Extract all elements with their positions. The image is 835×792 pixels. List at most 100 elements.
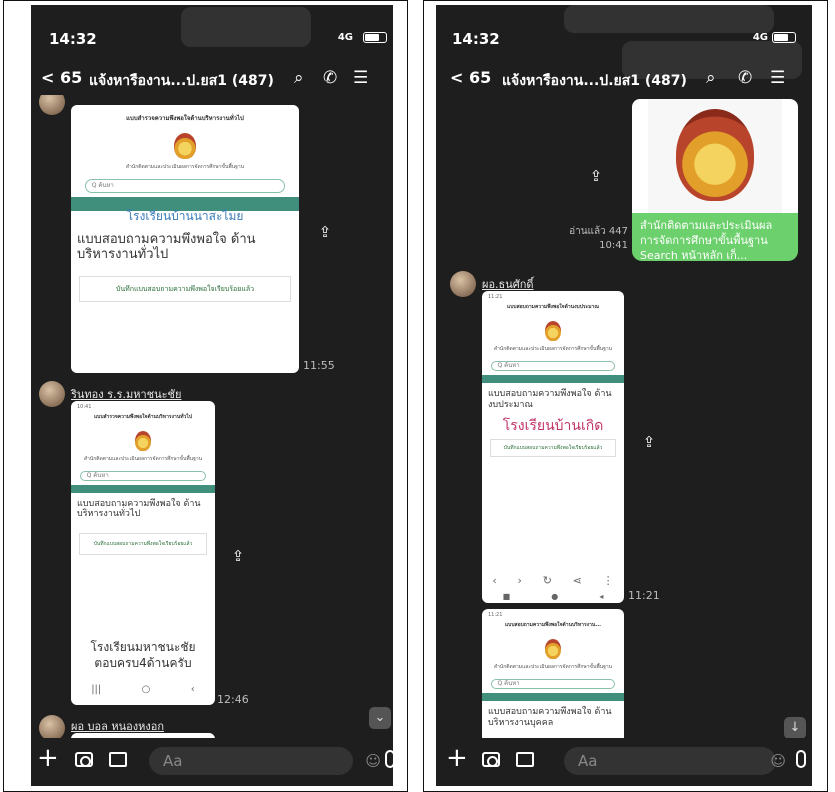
shot-teal-bar — [482, 375, 624, 383]
battery-icon — [772, 32, 796, 43]
shot-status-bar: 11:21 — [488, 612, 503, 618]
camera-icon[interactable] — [482, 752, 500, 767]
status-time: 14:32 — [452, 30, 500, 48]
shot-search-field: Q ค้นหา — [490, 679, 616, 689]
share-icon[interactable]: ⇪ — [639, 433, 659, 453]
form-title: แบบสอบถามความพึงพอใจ ด้านบริหารงานบุคคล — [488, 707, 612, 728]
shot-search-placeholder: ค้นหา — [93, 472, 109, 479]
menu-icon[interactable]: ☰ — [353, 68, 368, 88]
shot-search-placeholder: ค้นหา — [98, 182, 114, 189]
image-message[interactable]: 11:21 แบบสอบถามความพึงพอใจด้านบริหารงาน.… — [482, 609, 624, 738]
status-time: 14:32 — [49, 30, 97, 48]
obec-seal-icon — [676, 109, 754, 201]
battery-icon — [363, 32, 387, 43]
shot-subtitle: สำนักติดตามและประเมินผลการจัดการศึกษาขั้… — [125, 164, 245, 170]
link-preview-text[interactable]: สำนักติดตามและประเมินผลการจัดการศึกษาขั้… — [632, 213, 798, 261]
signal-indicator: 4G — [752, 32, 768, 43]
status-bar: 14:32 4G — [436, 5, 812, 65]
shot-subtitle: สำนักติดตามและประเมินผลการจัดการศึกษาขั้… — [493, 664, 613, 670]
phone-screen-left: 14:32 4G < 65 แจ้งหารืองาน...ป.ยส1 (487)… — [31, 5, 393, 786]
saved-confirmation: บันทึกแบบสอบถามความพึงพอใจเรียบร้อยแล้ว — [490, 439, 616, 457]
shot-subtitle: สำนักติดตามและประเมินผลการจัดการศึกษาขั้… — [493, 346, 613, 352]
phone-icon[interactable]: ✆ — [323, 68, 337, 88]
saved-confirmation: บันทึกแบบสอบถามความพึงพอใจเรียบร้อยแล้ว — [79, 276, 291, 302]
phone-screen-right: 14:32 4G < 65 แจ้งหารืองาน...ป.ยส1 (487)… — [436, 5, 812, 786]
read-count: อ่านแล้ว 447 — [569, 226, 628, 237]
search-icon[interactable]: ⌕ — [294, 68, 304, 88]
shot-nav-bar: ||| ○ ‹ — [91, 684, 195, 695]
shot-subtitle: สำนักติดตามและประเมินผลการจัดการศึกษาขั้… — [83, 456, 203, 462]
search-icon[interactable]: ⌕ — [706, 68, 716, 88]
message-input[interactable]: Aa — [149, 747, 353, 775]
message-input[interactable]: Aa — [564, 747, 776, 775]
down-arrow-icon[interactable]: ↓ — [784, 717, 806, 738]
menu-icon[interactable]: ☰ — [770, 68, 785, 88]
caption-text: โรงเรียนมหาชนะชัย ตอบครบ4ด้านครับ — [90, 640, 196, 670]
shot-header: แบบสอบถามความพึงพอใจด้านงบประมาณ — [507, 304, 599, 310]
chat-header: < 65 แจ้งหารืองาน...ป.ยส1 (487) ⌕ ✆ ☰ — [31, 65, 393, 95]
gallery-icon[interactable] — [109, 752, 127, 767]
share-icon[interactable]: ⇪ — [586, 167, 606, 187]
shot-browser-nav: ‹ › ↻ ⋖ ⋮ — [492, 574, 614, 587]
share-icon[interactable]: ⇪ — [228, 547, 248, 567]
shot-header: แบบสำรวจความพึงพอใจด้านบริหารงานทั่วไป — [126, 115, 244, 122]
school-overlay-text: โรงเรียนบ้านนาสะไมย — [126, 209, 244, 223]
plus-icon[interactable]: + — [37, 743, 59, 773]
shot-system-nav: ■ ● ◂ — [502, 592, 604, 601]
chat-title: แจ้งหารืองาน...ป.ยส1 (487) — [89, 73, 274, 89]
message-time: 11:55 — [303, 359, 335, 372]
obec-seal-icon — [545, 321, 561, 341]
shot-status-bar: 10:41 — [77, 404, 92, 410]
shot-search-placeholder: ค้นหา — [504, 680, 520, 687]
back-button[interactable]: < 65 — [450, 68, 491, 87]
message-time: 10:41 — [599, 240, 628, 251]
camera-icon[interactable] — [75, 752, 93, 767]
shot-status-bar: 11:21 — [488, 294, 503, 300]
avatar[interactable] — [39, 381, 65, 407]
chat-title: แจ้งหารืองาน...ป.ยส1 (487) — [502, 73, 687, 89]
image-message[interactable]: 11:21 แบบสอบถามความพึงพอใจด้านงบประมาณ ส… — [482, 291, 624, 603]
mic-icon[interactable] — [796, 750, 806, 768]
form-title: แบบสอบถามความพึงพอใจ ด้านงบประมาณ — [488, 389, 612, 410]
shot-teal-bar — [482, 693, 624, 701]
message-input-bar: + Aa ☺ — [31, 738, 393, 786]
down-arrow-icon[interactable]: ⌄ — [369, 707, 391, 729]
school-overlay-text: โรงเรียนบ้านเกิด — [502, 418, 604, 434]
shot-header: แบบสำรวจความพึงพอใจด้านบริหารงานทั่วไป — [93, 414, 193, 420]
unread-count: 65 — [59, 68, 83, 87]
form-title: แบบสอบถามความพึงพอใจ ด้านบริหารงานทั่วไป — [77, 232, 256, 262]
message-time: 11:21 — [628, 589, 660, 602]
obec-seal-icon — [135, 431, 151, 451]
share-icon[interactable]: ⇪ — [315, 223, 335, 243]
shot-search-field: Q ค้นหา — [490, 361, 616, 371]
mic-icon[interactable] — [385, 750, 393, 768]
chat-area[interactable]: แบบสำรวจความพึงพอใจด้านบริหารงานทั่วไป ส… — [31, 95, 393, 738]
saved-confirmation: บันทึกแบบสอบถามความพึงพอใจเรียบร้อยแล้ว — [79, 533, 207, 555]
chat-area[interactable]: ⇪ อ่านแล้ว 447 10:41 สำนักติดตามและประเม… — [436, 95, 812, 738]
gallery-icon[interactable] — [516, 752, 534, 767]
plus-icon[interactable]: + — [446, 743, 468, 773]
image-message[interactable]: แบบสำรวจความพึงพอใจด้านบริหารงานทั่วไป ส… — [71, 105, 299, 373]
form-title: แบบสอบถามความพึงพอใจ ด้านบริหารงานทั่วไป — [77, 499, 201, 519]
image-message[interactable]: 10:41 แบบสำรวจความพึงพอใจด้านบริหารงานทั… — [71, 401, 215, 705]
emoji-icon[interactable]: ☺ — [770, 752, 786, 770]
avatar[interactable] — [39, 95, 65, 115]
phone-icon[interactable]: ✆ — [738, 68, 752, 88]
emoji-icon[interactable]: ☺ — [365, 752, 381, 770]
avatar[interactable] — [450, 271, 476, 297]
screenshot-frame-right: 14:32 4G < 65 แจ้งหารืองาน...ป.ยส1 (487)… — [423, 0, 828, 792]
avatar[interactable] — [39, 715, 65, 738]
back-button[interactable]: < 65 — [41, 68, 82, 87]
obec-seal-icon — [545, 639, 561, 659]
shot-search-field: Q ค้นหา — [84, 179, 286, 193]
shot-teal-bar — [71, 485, 215, 493]
shot-search-placeholder: ค้นหา — [504, 362, 520, 369]
message-time: 12:46 — [217, 693, 249, 706]
signal-indicator: 4G — [337, 32, 353, 43]
message-input-bar: + Aa ☺ — [436, 738, 812, 786]
obec-seal-icon — [174, 133, 196, 159]
chat-header: < 65 แจ้งหารืองาน...ป.ยส1 (487) ⌕ ✆ ☰ — [436, 65, 812, 95]
link-preview-image[interactable] — [632, 99, 798, 213]
screenshot-frame-left: 14:32 4G < 65 แจ้งหารืองาน...ป.ยส1 (487)… — [3, 0, 408, 792]
read-receipt: อ่านแล้ว 447 10:41 — [536, 225, 628, 253]
